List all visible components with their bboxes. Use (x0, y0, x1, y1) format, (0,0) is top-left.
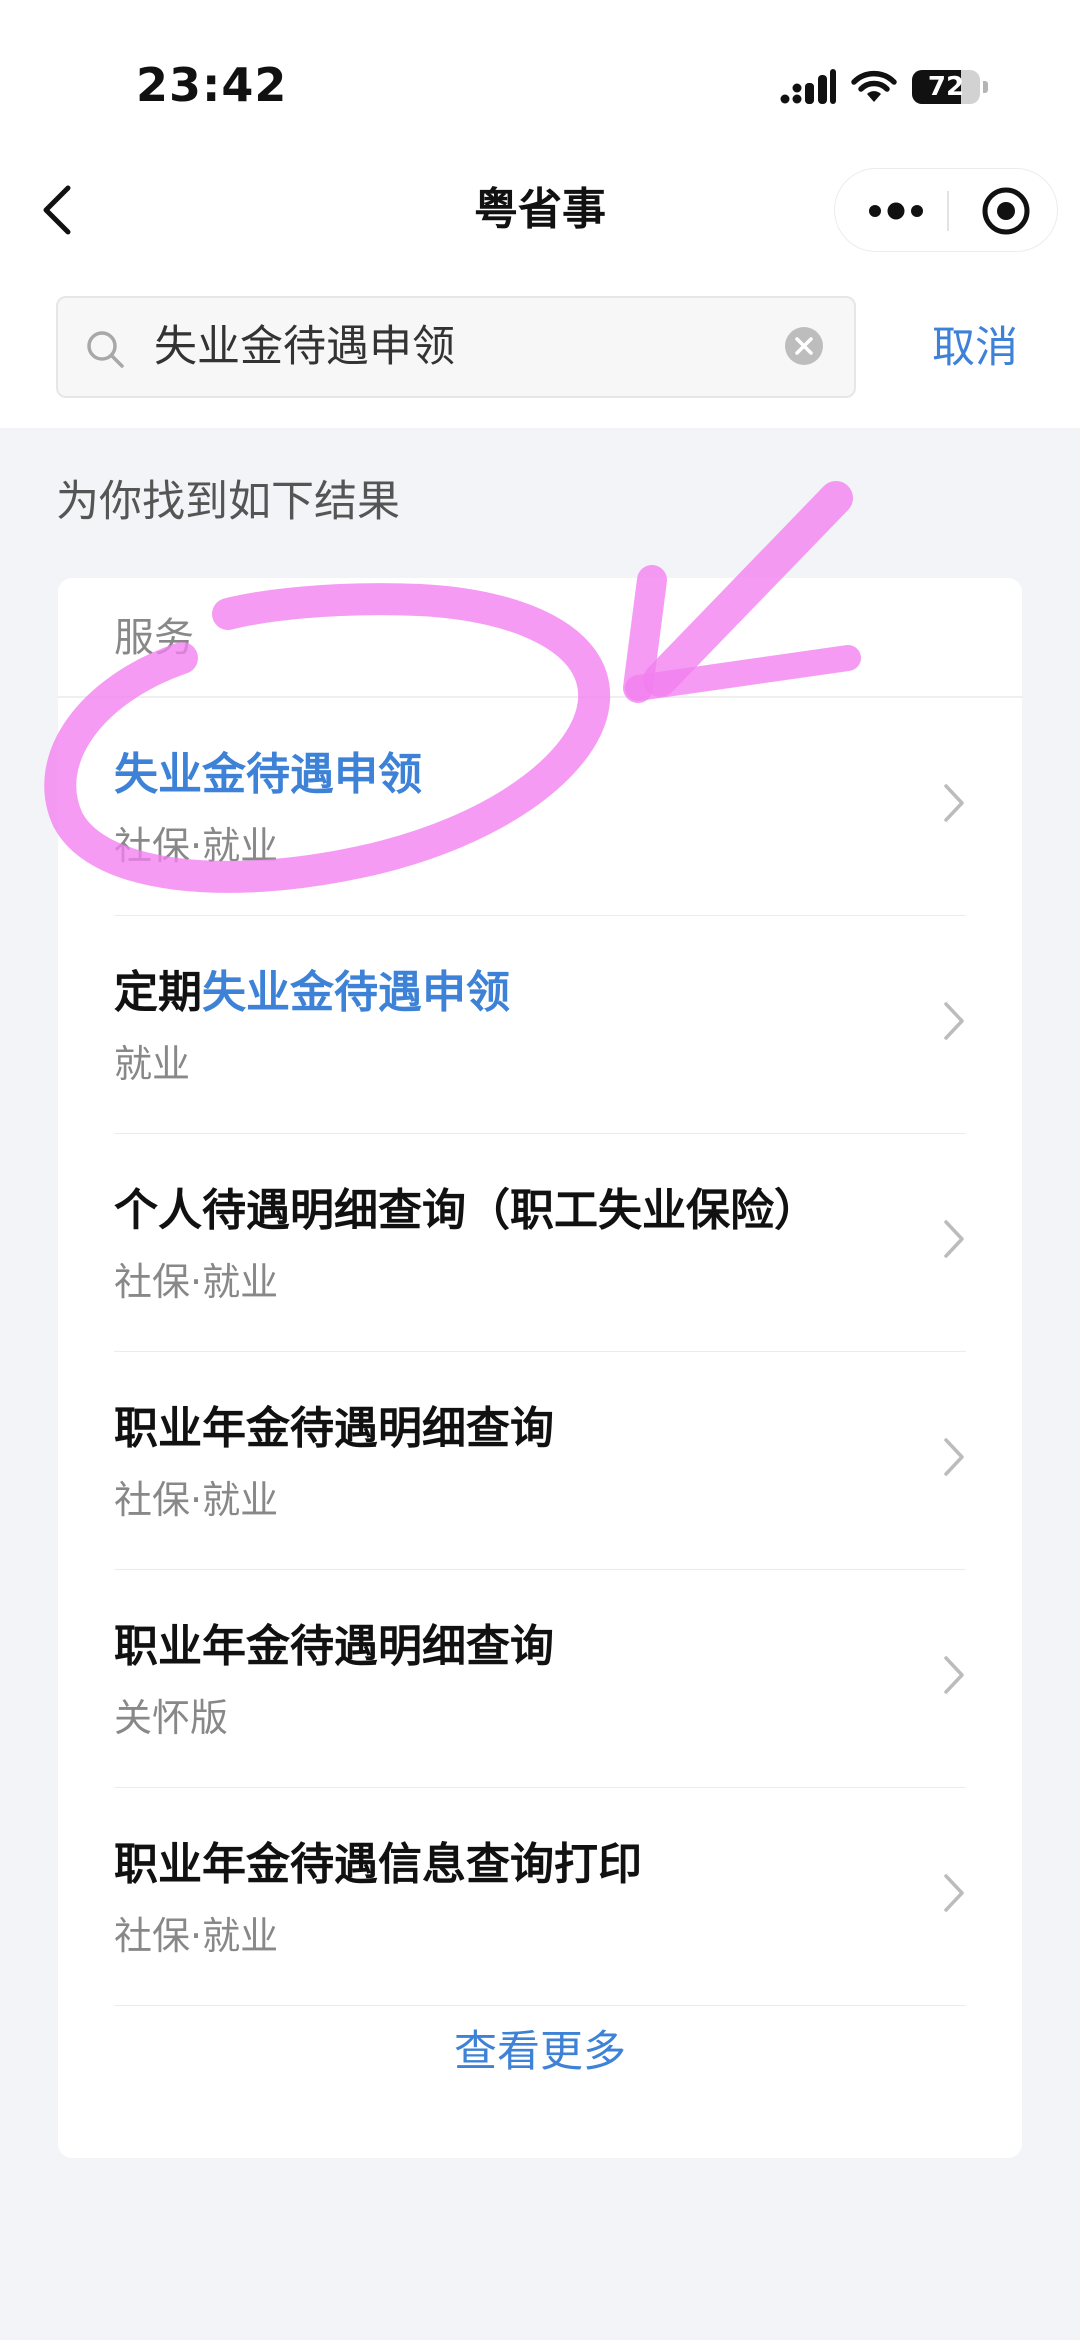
wifi-icon (851, 70, 897, 102)
result-item-title: 职业年金待遇明细查询 (114, 1398, 554, 1460)
chevron-right-icon (944, 784, 964, 822)
result-item[interactable]: 个人待遇明细查询（职工失业保险） 社保·就业 (114, 1134, 966, 1352)
more-dots-icon[interactable] (861, 169, 931, 253)
chevron-right-icon (944, 1874, 964, 1912)
result-item[interactable]: 定期失业金待遇申领 就业 (114, 916, 966, 1134)
title-plain: 定期 (114, 967, 202, 1018)
signal-icon (780, 69, 836, 104)
title-plain: 个人待遇明细查询（职工失业保险） (114, 1185, 818, 1236)
status-icons: 72 (780, 64, 988, 110)
battery-level-text: 72 (927, 72, 965, 102)
result-item-subtitle: 社保·就业 (114, 824, 279, 868)
result-item[interactable]: 职业年金待遇信息查询打印 社保·就业 (114, 1788, 966, 2006)
title-highlight: 失业金待遇申领 (202, 967, 510, 1018)
status-time: 23:42 (136, 58, 288, 112)
chevron-right-icon (944, 1438, 964, 1476)
cancel-button[interactable]: 取消 (900, 300, 1050, 396)
search-icon (87, 331, 124, 368)
view-more-link[interactable]: 查看更多 (58, 2002, 1022, 2102)
page-title: 粤省事 (474, 184, 606, 235)
result-item-subtitle: 社保·就业 (114, 1260, 279, 1304)
results-card: 服务 失业金待遇申领 社保·就业 定期失业金待遇申领 就业 个人待遇明细查询（职… (58, 578, 1022, 2158)
section-title: 服务 (114, 615, 194, 661)
search-input[interactable] (154, 298, 734, 396)
close-miniprogram-icon[interactable] (971, 169, 1041, 253)
title-plain: 职业年金待遇明细查询 (114, 1621, 554, 1672)
result-item-title: 职业年金待遇明细查询 (114, 1616, 554, 1678)
result-item[interactable]: 失业金待遇申领 社保·就业 (114, 698, 966, 916)
title-highlight: 失业金待遇申领 (114, 749, 422, 800)
results-hint: 为你找到如下结果 (56, 477, 400, 527)
back-chevron-icon[interactable] (38, 180, 78, 240)
chevron-right-icon (944, 1002, 964, 1040)
result-item-subtitle: 社保·就业 (114, 1478, 279, 1522)
search-bar[interactable] (56, 296, 856, 398)
result-item[interactable]: 职业年金待遇明细查询 社保·就业 (114, 1352, 966, 1570)
clear-icon[interactable] (784, 326, 824, 366)
result-item-title: 失业金待遇申领 (114, 744, 422, 806)
battery-tip (983, 81, 988, 93)
capsule-divider (947, 191, 949, 231)
miniprogram-capsule (834, 168, 1058, 252)
battery-icon: 72 (912, 70, 980, 104)
chevron-right-icon (944, 1220, 964, 1258)
chevron-right-icon (944, 1656, 964, 1694)
title-plain: 职业年金待遇信息查询打印 (114, 1839, 642, 1890)
result-item-subtitle: 就业 (114, 1042, 191, 1086)
result-item-title: 定期失业金待遇申领 (114, 962, 510, 1024)
result-item[interactable]: 职业年金待遇明细查询 关怀版 (114, 1570, 966, 1788)
result-item-subtitle: 关怀版 (114, 1696, 229, 1740)
result-item-title: 职业年金待遇信息查询打印 (114, 1834, 642, 1896)
result-item-subtitle: 社保·就业 (114, 1914, 279, 1958)
result-item-title: 个人待遇明细查询（职工失业保险） (114, 1180, 818, 1242)
title-plain: 职业年金待遇明细查询 (114, 1403, 554, 1454)
